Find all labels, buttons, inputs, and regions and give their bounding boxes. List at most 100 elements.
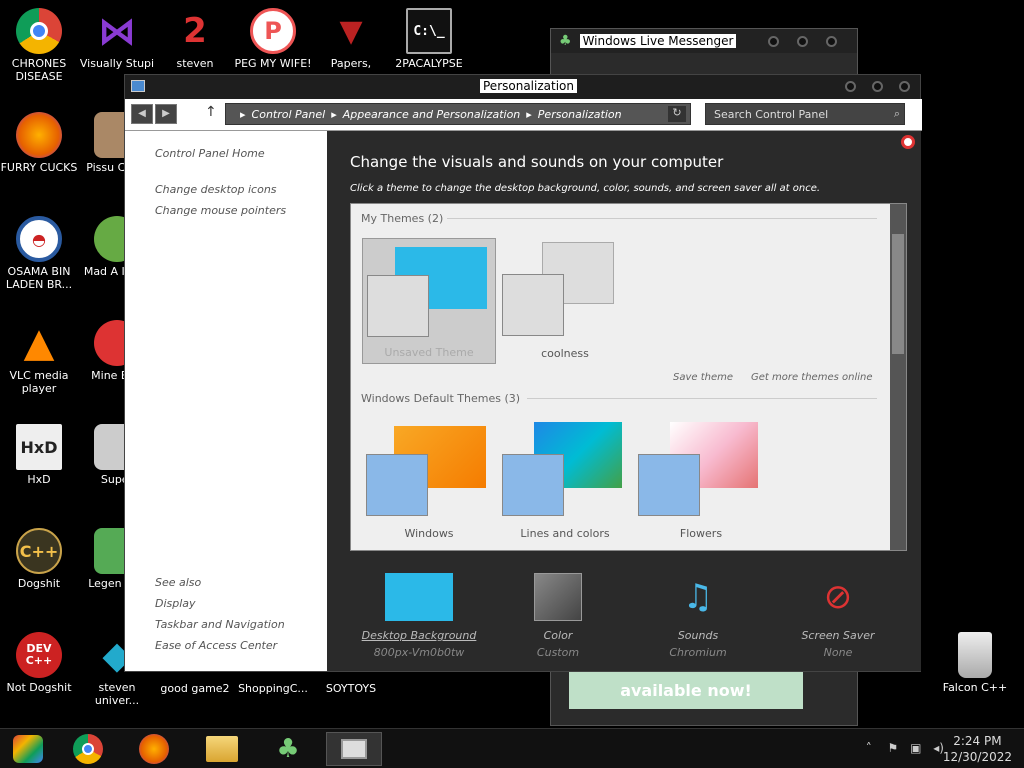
control-panel-icon: [341, 739, 367, 759]
taskbar-firefox[interactable]: [126, 732, 182, 766]
close-button[interactable]: [826, 35, 838, 47]
sidebar-link-taskbar[interactable]: Taskbar and Navigation: [155, 618, 285, 631]
save-theme-link[interactable]: Save theme: [673, 372, 733, 383]
back-button[interactable]: ◀: [131, 104, 153, 124]
desktop-icon-label: Papers,: [330, 57, 372, 70]
desktop-icon-label: Falcon C++: [942, 681, 1008, 694]
desktop-icon-good-game2[interactable]: good game2: [156, 682, 234, 695]
desktop-icon-soytoys[interactable]: SOYTOYS: [312, 682, 390, 695]
desktop-icon-dogshit[interactable]: C++ Dogshit: [0, 528, 78, 590]
network-icon[interactable]: ▣: [910, 741, 921, 755]
desktop-icon-label: Dogshit: [17, 577, 61, 590]
flag-icon[interactable]: ⚑: [888, 741, 899, 755]
control-panel-icon: [131, 80, 145, 92]
minimize-button[interactable]: [845, 81, 856, 92]
chevron-right-icon: ▸: [331, 107, 337, 121]
divider: [527, 398, 877, 399]
sidebar-link-display[interactable]: Display: [155, 597, 196, 610]
taskbar-messenger[interactable]: ♣: [260, 732, 316, 766]
start-icon: [13, 735, 43, 763]
desktop-icon-firefox[interactable]: FURRY CUCKS: [0, 112, 78, 174]
theme-label: Unsaved Theme: [384, 346, 474, 359]
setting-title: Sounds: [677, 629, 719, 642]
clock-date: 12/30/2022: [942, 750, 1012, 764]
theme-color-swatch: [367, 275, 429, 337]
taskbar-file-explorer[interactable]: [194, 732, 250, 766]
divider: [447, 218, 877, 219]
sidebar-link-mouse-pointers[interactable]: Change mouse pointers: [155, 204, 286, 217]
see-also-title: See also: [155, 576, 202, 589]
desktop-icon-visual-studio[interactable]: ⋈ Visually Stupi: [78, 8, 156, 71]
page-subtitle: Click a theme to change the desktop back…: [350, 183, 821, 194]
start-button[interactable]: [0, 732, 56, 766]
theme-list[interactable]: My Themes (2) Unsaved Theme coolness Sav…: [350, 203, 907, 551]
visual-studio-icon: ⋈: [98, 8, 136, 53]
taskbar-control-panel[interactable]: [326, 732, 382, 766]
theme-flowers[interactable]: Flowers: [634, 418, 768, 544]
search-icon[interactable]: ⌕: [894, 107, 900, 121]
peggle-icon: P: [250, 8, 296, 54]
close-button[interactable]: [899, 81, 910, 92]
sidebar-link-desktop-icons[interactable]: Change desktop icons: [155, 183, 277, 196]
messenger-titlebar[interactable]: ♣ Windows Live Messenger: [551, 29, 857, 53]
desktop-icon-peggle[interactable]: P PEG MY WIFE!: [234, 8, 312, 70]
desktop-icon-label: SOYTOYS: [325, 682, 377, 695]
personalization-window[interactable]: Personalization ◀ ▶ ↑ ▸ Control Panel ▸ …: [124, 74, 922, 672]
sidebar: Control Panel Home Change desktop icons …: [125, 131, 327, 671]
breadcrumb-personalization[interactable]: Personalization: [538, 108, 622, 121]
theme-color-swatch: [502, 274, 564, 336]
my-themes-header: My Themes (2): [361, 212, 444, 225]
up-arrow-icon[interactable]: ↑: [205, 104, 217, 120]
devcpp-icon: DEV C++: [16, 632, 62, 678]
desktop-icon-label: VLC media player: [9, 369, 69, 395]
screen-saver-setting[interactable]: ⊘ Screen Saver None: [768, 573, 908, 659]
sounds-setting[interactable]: ♫ Sounds Chromium: [628, 573, 768, 659]
papers-please-icon: ▼: [339, 13, 363, 49]
file-explorer-icon: [206, 736, 238, 762]
chevron-right-icon: ▸: [240, 107, 246, 121]
window-titlebar[interactable]: Personalization: [125, 75, 920, 99]
desktop-icon-label: CHRONES DISEASE: [11, 57, 67, 83]
desktop-icon-2pacalypse[interactable]: C:\_ 2PACALYPSE: [390, 8, 468, 70]
sidebar-link-ease-of-access[interactable]: Ease of Access Center: [155, 639, 277, 652]
taskbar-chrome[interactable]: [60, 732, 116, 766]
desktop-icon-devcpp[interactable]: DEV C++ Not Dogshit: [0, 632, 78, 694]
desktop-icon-vlc[interactable]: ▲ VLC media player: [0, 320, 78, 396]
breadcrumb[interactable]: ▸ Control Panel ▸ Appearance and Persona…: [225, 103, 691, 125]
desktop-icon-recycle-bin[interactable]: Falcon C++: [936, 632, 1014, 694]
help-icon[interactable]: [901, 135, 915, 149]
address-bar: ◀ ▶ ↑ ▸ Control Panel ▸ Appearance and P…: [125, 99, 922, 131]
theme-lines-and-colors[interactable]: Lines and colors: [498, 418, 632, 544]
theme-coolness[interactable]: coolness: [498, 238, 632, 364]
desktop-icon-papers[interactable]: ▼ Papers,: [312, 8, 390, 70]
minimize-button[interactable]: [768, 35, 780, 47]
chevron-up-icon[interactable]: ˄: [866, 741, 872, 755]
messenger-ad[interactable]: available now!: [569, 669, 803, 709]
theme-list-scrollbar[interactable]: [890, 204, 906, 550]
scrollbar-thumb[interactable]: [892, 234, 904, 354]
sidebar-link-home[interactable]: Control Panel Home: [155, 147, 265, 160]
color-icon: [534, 573, 582, 621]
desktop-icon-shopping[interactable]: ShoppingC...: [234, 682, 312, 695]
theme-label: coolness: [541, 347, 589, 360]
clock[interactable]: 2:24 PM 12/30/2022: [943, 733, 1012, 765]
theme-unsaved[interactable]: Unsaved Theme: [362, 238, 496, 364]
obama-logo-icon: ◓: [16, 216, 62, 262]
desktop-icon-steven[interactable]: 2 steven: [156, 8, 234, 71]
forward-button[interactable]: ▶: [155, 104, 177, 124]
chrome-icon: [16, 8, 62, 54]
desktop-icon-chrome[interactable]: CHRONES DISEASE: [0, 8, 78, 83]
desktop-icon-hxd[interactable]: HxD HxD: [0, 424, 78, 486]
messenger-icon: ♣: [276, 734, 300, 764]
maximize-button[interactable]: [797, 35, 809, 47]
maximize-button[interactable]: [872, 81, 883, 92]
search-input[interactable]: Search Control Panel ⌕: [705, 103, 905, 125]
desktop-background-setting[interactable]: Desktop Background 800px-Vm0b0tw: [349, 573, 489, 659]
theme-windows[interactable]: Windows: [362, 418, 496, 544]
color-setting[interactable]: Color Custom: [488, 573, 628, 659]
refresh-icon[interactable]: ↻: [668, 106, 686, 122]
breadcrumb-appearance[interactable]: Appearance and Personalization: [343, 108, 521, 121]
desktop-icon-obama[interactable]: ◓ OSAMA BIN LADEN BR...: [0, 216, 78, 291]
get-more-themes-link[interactable]: Get more themes online: [751, 372, 873, 383]
breadcrumb-control-panel[interactable]: Control Panel: [252, 108, 326, 121]
